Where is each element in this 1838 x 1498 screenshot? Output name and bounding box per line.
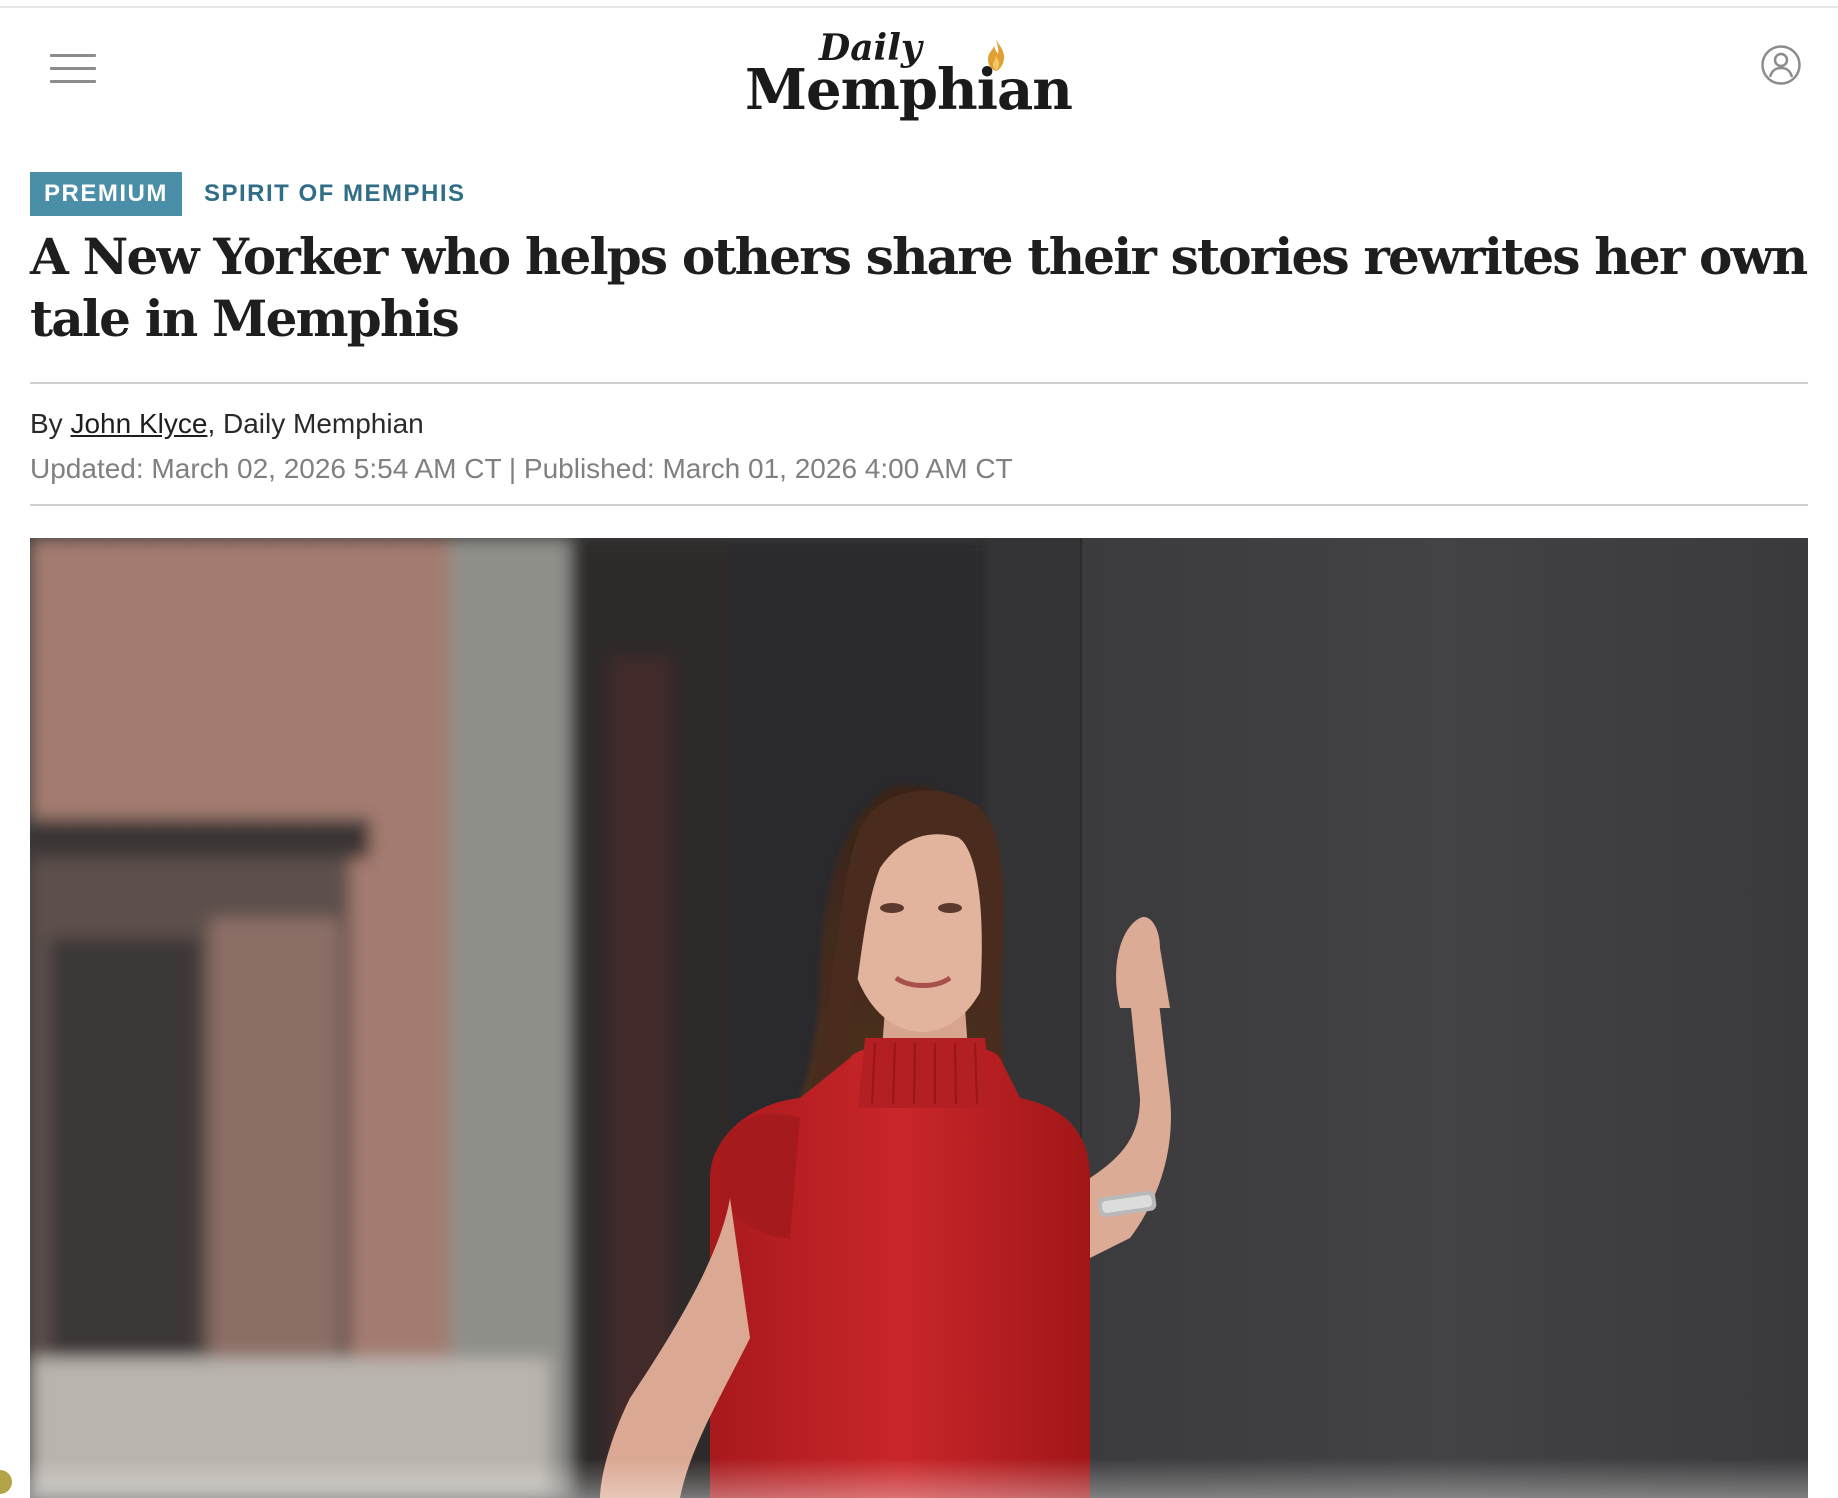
premium-badge: PREMIUM (30, 172, 182, 216)
section-link[interactable]: SPIRIT OF MEMPHIS (204, 172, 466, 216)
byline-bottom-divider (30, 504, 1808, 506)
lead-photo (30, 538, 1808, 1498)
byline-prefix: By (30, 408, 71, 439)
author-link[interactable]: John Klyce (70, 408, 207, 439)
article-dates: Updated: March 02, 2026 5:54 AM CT | Pub… (30, 453, 1013, 484)
logo-memphian-text: Memphian (745, 57, 1073, 123)
hamburger-menu-icon[interactable] (48, 52, 98, 86)
byline-outlet: , Daily Memphian (207, 408, 424, 439)
site-logo[interactable]: Daily Memphian (745, 28, 1095, 123)
byline-top-divider (30, 382, 1808, 384)
article-headline: A New Yorker who helps others share thei… (30, 227, 1808, 348)
top-divider (0, 6, 1838, 8)
article-page: Daily Memphian PREMIUM SPIRIT OF MEMPHIS… (0, 0, 1838, 1498)
bottom-fade (0, 1458, 1838, 1498)
byline: By John Klyce, Daily Memphian (30, 406, 424, 442)
user-account-icon[interactable] (1760, 44, 1802, 86)
